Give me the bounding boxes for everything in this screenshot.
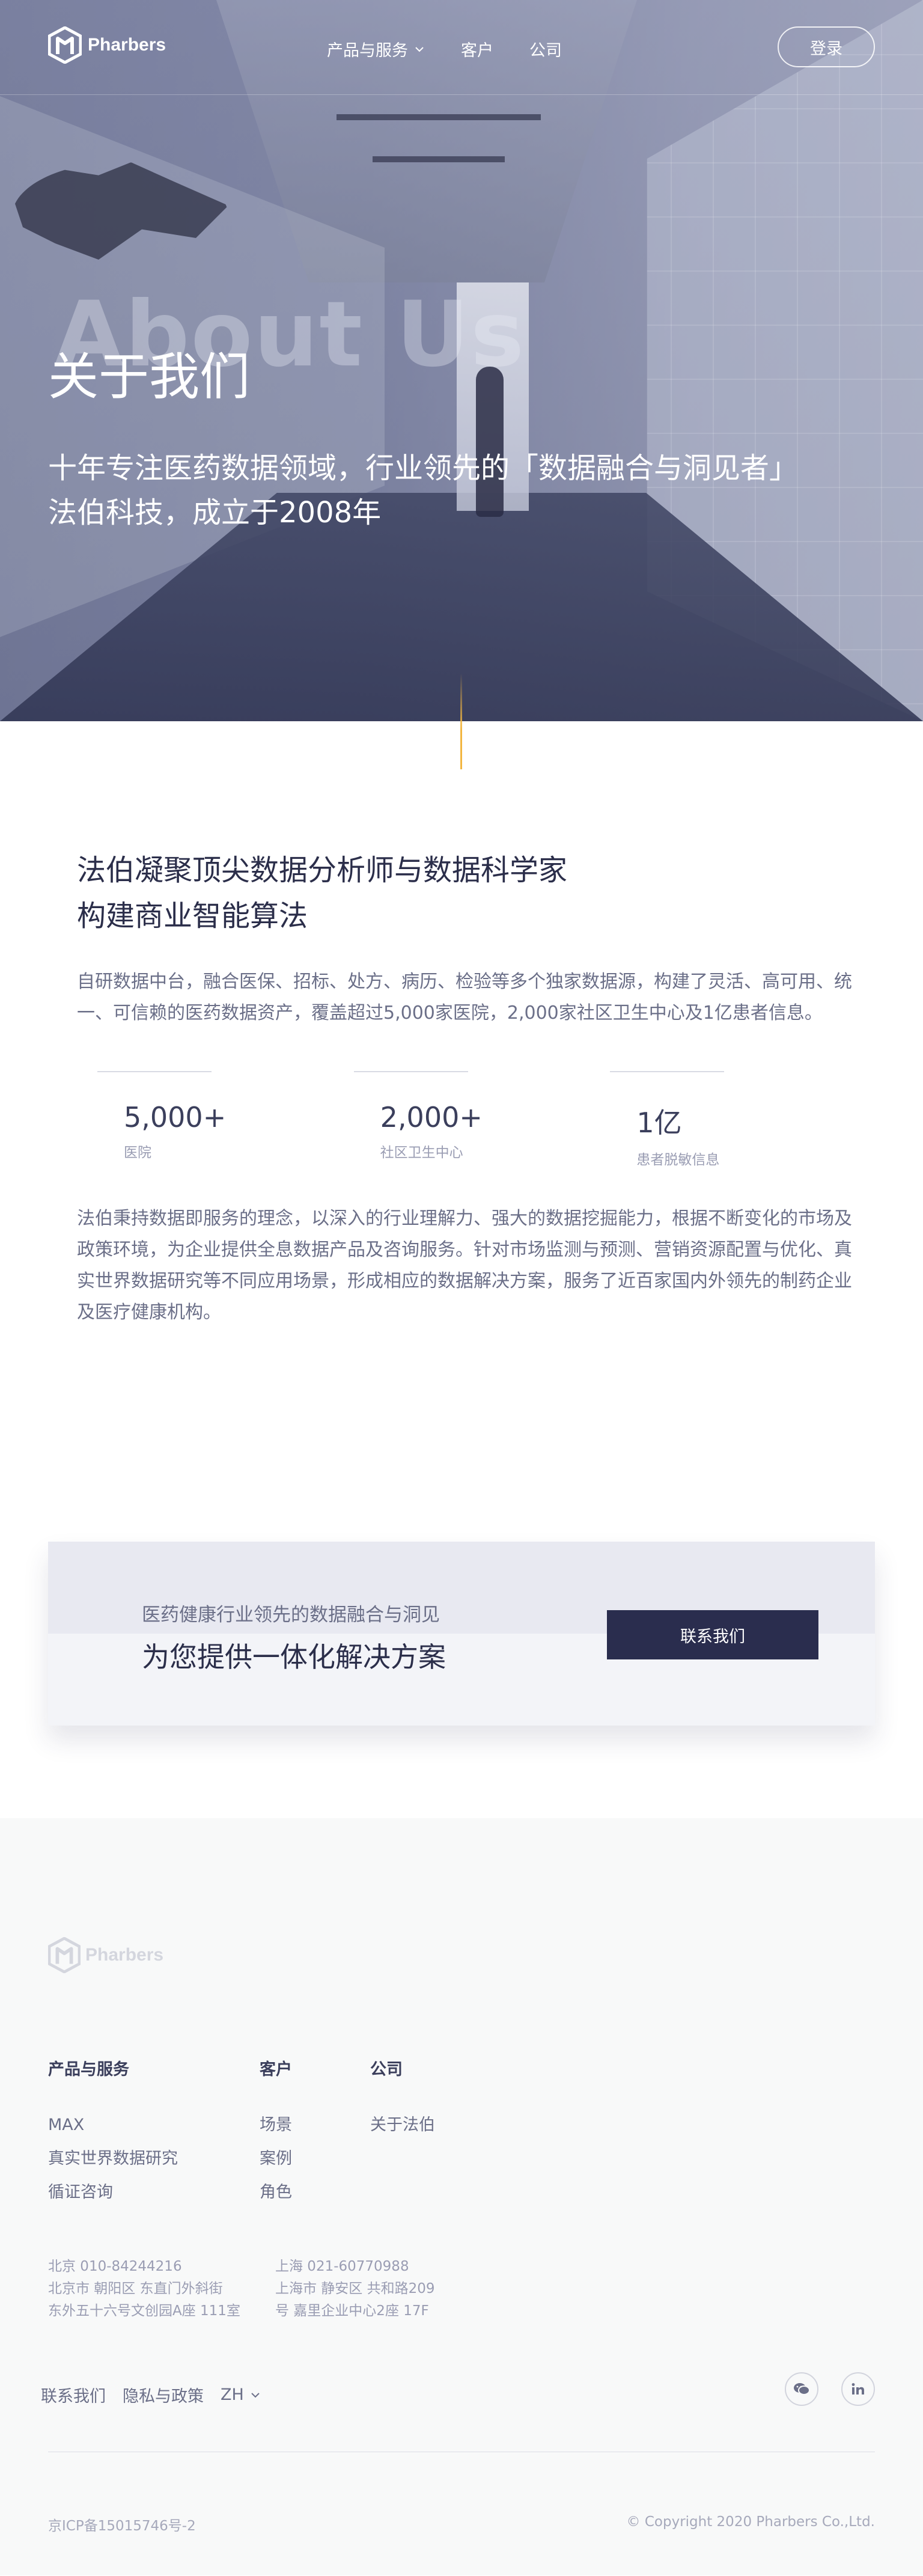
linkedin-button[interactable] bbox=[841, 2372, 875, 2406]
hero-section: About Us Pharbers 产品与服务 客户 公司 登录 关于我们 十年… bbox=[0, 0, 923, 721]
address-line: 北京市 朝阳区 东直门外斜街 bbox=[48, 2281, 223, 2297]
top-navbar: Pharbers 产品与服务 客户 公司 登录 bbox=[0, 0, 923, 95]
nav-item-products[interactable]: 产品与服务 bbox=[327, 37, 425, 61]
footer-brand-name: Pharbers bbox=[85, 1945, 164, 1965]
stat-label: 患者脱敏信息 bbox=[636, 1152, 720, 1168]
address-line: 东外五十六号文创园A座 111室 bbox=[48, 2303, 240, 2319]
footer-link[interactable]: 真实世界数据研究 bbox=[48, 2142, 178, 2176]
hero-subtitle-line: 法伯科技，成立于2008年 bbox=[48, 496, 382, 530]
nav-item-label: 公司 bbox=[529, 41, 562, 60]
about-heading: 法伯凝聚顶尖数据分析师与数据科学家 构建商业智能算法 bbox=[77, 847, 846, 939]
about-paragraph: 法伯秉持数据即服务的理念，以深入的行业理解力、强大的数据挖掘能力，根据不断变化的… bbox=[77, 1208, 852, 1323]
chevron-down-icon bbox=[415, 46, 424, 52]
footer-column-title: 客户 bbox=[260, 2060, 292, 2079]
brand-logo[interactable]: Pharbers bbox=[48, 26, 166, 64]
pharbers-logo-icon bbox=[48, 1937, 81, 1973]
stat-label: 医院 bbox=[124, 1145, 151, 1161]
address-line: 北京 010-84244216 bbox=[48, 2259, 182, 2274]
ceiling-light bbox=[337, 114, 541, 120]
wechat-button[interactable] bbox=[785, 2372, 818, 2406]
wechat-icon bbox=[794, 2383, 810, 2395]
address-line: 上海市 静安区 共和路209 bbox=[275, 2281, 435, 2297]
cta-tagline: 医药健康行业领先的数据融合与洞见 bbox=[142, 1604, 440, 1626]
footer-link[interactable]: MAX bbox=[48, 2108, 178, 2142]
about-heading-line: 构建商业智能算法 bbox=[77, 899, 308, 933]
privacy-link[interactable]: 隐私与政策 bbox=[123, 2383, 204, 2407]
footer-column-title: 公司 bbox=[370, 2060, 403, 2079]
footer-column-company: 公司 关于法伯 bbox=[370, 2056, 435, 2142]
nav-item-company[interactable]: 公司 bbox=[529, 37, 562, 61]
login-button[interactable]: 登录 bbox=[778, 26, 875, 67]
ceiling-light bbox=[373, 156, 505, 162]
address-line: 上海 021-60770988 bbox=[275, 2259, 409, 2274]
nav-item-label: 产品与服务 bbox=[327, 41, 408, 60]
nav-item-clients[interactable]: 客户 bbox=[461, 37, 493, 61]
footer-logo[interactable]: Pharbers bbox=[48, 1937, 163, 1973]
cta-headline: 为您提供一体化解决方案 bbox=[142, 1641, 446, 1673]
stats-row: 5,000+ 医院 2,000+ 社区卫生中心 1亿 患者脱敏信息 bbox=[77, 1071, 846, 1168]
scroll-indicator-line bbox=[460, 673, 462, 769]
stat-item: 2,000+ 社区卫生中心 bbox=[334, 1071, 590, 1168]
stat-value: 5,000+ bbox=[124, 1101, 227, 1134]
footer-bottom-links: 联系我们 隐私与政策 ZH bbox=[41, 2383, 261, 2407]
about-section: 法伯凝聚顶尖数据分析师与数据科学家 构建商业智能算法 自研数据中台，融合医保、招… bbox=[0, 721, 923, 1542]
address-line: 号 嘉里企业中心2座 17F bbox=[275, 2303, 429, 2319]
page-title: 关于我们 bbox=[48, 347, 251, 406]
language-selector[interactable]: ZH bbox=[221, 2385, 261, 2404]
brand-name: Pharbers bbox=[88, 35, 166, 55]
about-paragraph: 自研数据中台，融合医保、招标、处方、病历、检验等多个独家数据源，构建了灵活、高可… bbox=[77, 971, 852, 1024]
copyright: © Copyright 2020 Pharbers Co.,Ltd. bbox=[626, 2514, 875, 2530]
stat-item: 1亿 患者脱敏信息 bbox=[589, 1071, 846, 1168]
footer-link[interactable]: 角色 bbox=[260, 2176, 292, 2209]
hero-subtitle: 十年专注医药数据领域，行业领先的「数据融合与洞见者」 法伯科技，成立于2008年 bbox=[48, 446, 798, 535]
stat-label: 社区卫生中心 bbox=[380, 1145, 463, 1161]
address-beijing: 北京 010-84244216 北京市 朝阳区 东直门外斜街 东外五十六号文创园… bbox=[48, 2256, 240, 2322]
footer-link[interactable]: 场景 bbox=[260, 2108, 292, 2142]
icp-license: 京ICP备15015746号-2 bbox=[48, 2518, 196, 2534]
stat-divider bbox=[610, 1071, 725, 1072]
pharbers-logo-icon bbox=[48, 26, 82, 64]
stat-value: 1亿 bbox=[636, 1106, 682, 1139]
contact-link[interactable]: 联系我们 bbox=[41, 2383, 106, 2407]
stat-item: 5,000+ 医院 bbox=[77, 1071, 334, 1168]
footer: Pharbers 产品与服务 MAX 真实世界数据研究 循证咨询 客户 场景 案… bbox=[0, 1818, 923, 2575]
stat-value: 2,000+ bbox=[380, 1101, 483, 1134]
footer-link[interactable]: 关于法伯 bbox=[370, 2108, 435, 2142]
footer-link[interactable]: 案例 bbox=[260, 2142, 292, 2176]
linkedin-icon bbox=[851, 2383, 864, 2394]
contact-us-button[interactable]: 联系我们 bbox=[607, 1610, 818, 1659]
nav-item-label: 客户 bbox=[461, 41, 493, 60]
footer-link[interactable]: 循证咨询 bbox=[48, 2176, 178, 2209]
stat-divider bbox=[97, 1071, 212, 1072]
stat-divider bbox=[353, 1071, 468, 1072]
cta-banner: 医药健康行业领先的数据融合与洞见 为您提供一体化解决方案 联系我们 bbox=[48, 1542, 875, 1726]
language-label: ZH bbox=[221, 2385, 244, 2404]
footer-column-products: 产品与服务 MAX 真实世界数据研究 循证咨询 bbox=[48, 2056, 178, 2209]
address-shanghai: 上海 021-60770988 上海市 静安区 共和路209 号 嘉里企业中心2… bbox=[275, 2256, 435, 2322]
chevron-down-icon bbox=[251, 2392, 260, 2397]
about-heading-line: 法伯凝聚顶尖数据分析师与数据科学家 bbox=[77, 853, 568, 887]
cta-section: 医药健康行业领先的数据融合与洞见 为您提供一体化解决方案 联系我们 bbox=[0, 1542, 923, 1818]
footer-column-title: 产品与服务 bbox=[48, 2060, 129, 2079]
footer-column-clients: 客户 场景 案例 角色 bbox=[260, 2056, 292, 2209]
main-nav: 产品与服务 客户 公司 bbox=[327, 37, 562, 61]
hero-subtitle-line: 十年专注医药数据领域，行业领先的「数据融合与洞见者」 bbox=[48, 451, 799, 485]
